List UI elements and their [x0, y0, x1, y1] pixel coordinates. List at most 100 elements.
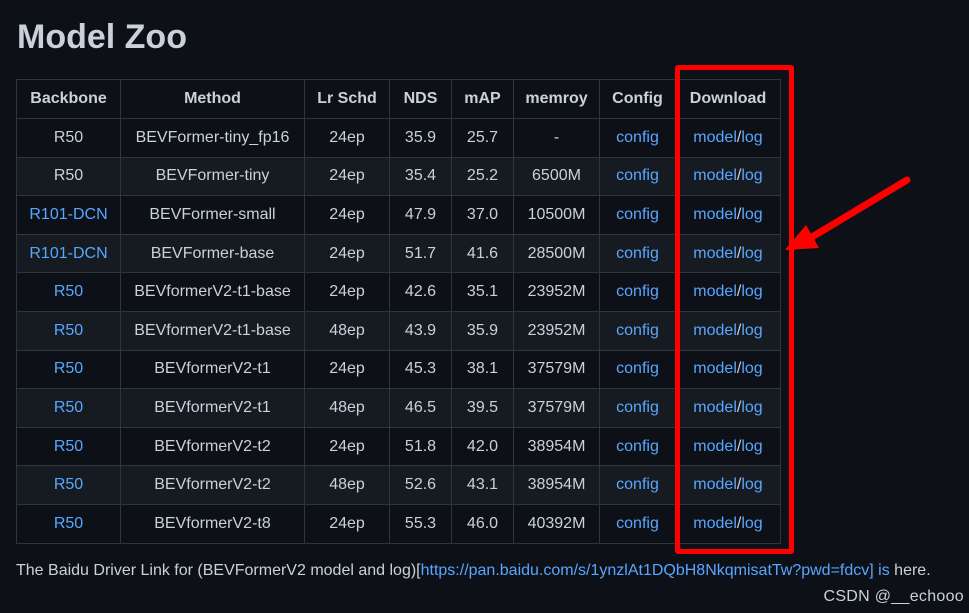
nds-value-cell: 52.6	[389, 465, 452, 505]
config-link[interactable]: config	[616, 206, 659, 223]
backbone-link-cell: R50	[16, 310, 121, 351]
lr-schedule: 24ep	[329, 437, 365, 455]
lr-schedule: 24ep	[329, 167, 365, 185]
footnote-text: The Baidu Driver Link for (BEVFormerV2 m…	[16, 562, 421, 579]
table-row: R101-DCN BEVFormer-small 24ep 47.9 37.0 10500…	[16, 195, 781, 235]
config-link[interactable]: config	[616, 476, 659, 493]
table-row: R50 BEVFormer-tiny 24ep 35.4 25.2 6500M config…	[16, 156, 781, 197]
model-link[interactable]: model	[693, 167, 737, 184]
map-value: 38.1	[466, 360, 499, 378]
model-link[interactable]: model	[693, 283, 737, 300]
footnote-suffix: here.	[889, 562, 931, 579]
map-value-cell: 39.5	[451, 388, 514, 428]
map-value-cell: 35.1	[451, 272, 514, 312]
map-value: 46.0	[466, 514, 499, 532]
memory-value: 37579M	[527, 360, 586, 378]
backbone-link-cell: R50	[16, 272, 121, 312]
method: BEVformerV2-t1	[154, 398, 271, 416]
memory-value-cell: -	[513, 118, 600, 158]
model-link[interactable]: model	[693, 206, 737, 223]
model-link[interactable]: model	[693, 399, 737, 416]
nds-value-cell: 51.7	[389, 233, 452, 274]
nds-value: 47.9	[404, 205, 437, 223]
backbone-cell: R50	[16, 118, 121, 158]
model-link[interactable]: model	[693, 245, 737, 262]
memory-value: 38954M	[527, 476, 586, 494]
config-link[interactable]: config	[616, 399, 659, 416]
config-link[interactable]: config	[616, 322, 659, 339]
lr-schedule: 24ep	[329, 283, 365, 301]
config-link-cell: config	[599, 349, 676, 390]
table-row: R50 BEVFormer-tiny_fp16 24ep 35.9 25.7 - confi…	[16, 118, 781, 158]
backbone-link[interactable]: R50	[54, 399, 83, 416]
config-link-cell: config	[599, 118, 676, 158]
method: BEVformerV2-t1-base	[134, 321, 291, 339]
model-link[interactable]: model	[693, 476, 737, 493]
lr-schedule-cell: 24ep	[304, 233, 390, 274]
table-row: R50 BEVformerV2-t8 24ep 55.3 46.0 40392M confi…	[16, 503, 781, 544]
backbone-link[interactable]: R101-DCN	[29, 206, 107, 223]
method-cell: BEVformerV2-t2	[120, 465, 305, 505]
map-value: 42.0	[466, 437, 499, 455]
method: BEVformerV2-t2	[154, 437, 271, 455]
nds-value: 35.4	[404, 167, 437, 185]
memory-value: 10500M	[527, 205, 586, 223]
log-link[interactable]: log	[741, 322, 762, 339]
backbone-link[interactable]: R50	[54, 322, 83, 339]
lr-schedule: 24ep	[329, 360, 365, 378]
config-link[interactable]: config	[616, 167, 659, 184]
log-link[interactable]: log	[741, 129, 762, 146]
memory-value: 23952M	[527, 321, 586, 339]
log-link[interactable]: log	[741, 245, 762, 262]
nds-value: 55.3	[404, 514, 437, 532]
method-cell: BEVformerV2-t2	[120, 426, 305, 467]
baidu-pan-link[interactable]: https://pan.baidu.com/s/1ynzlAt1DQbH8Nkq…	[421, 562, 890, 579]
download-cell: model/log	[675, 118, 781, 158]
model-link[interactable]: model	[693, 322, 737, 339]
method: BEVformerV2-t1-base	[134, 283, 291, 301]
config-link[interactable]: config	[616, 438, 659, 455]
log-link[interactable]: log	[741, 360, 762, 377]
backbone-link[interactable]: R50	[54, 438, 83, 455]
memory-value-cell: 40392M	[513, 503, 600, 544]
method: BEVformerV2-t8	[154, 514, 271, 532]
backbone-link[interactable]: R50	[54, 515, 83, 532]
model-link[interactable]: model	[693, 360, 737, 377]
nds-value: 46.5	[404, 398, 437, 416]
memory-value-cell: 23952M	[513, 310, 600, 351]
backbone-link[interactable]: R50	[54, 283, 83, 300]
config-link-cell: config	[599, 195, 676, 235]
backbone-link[interactable]: R101-DCN	[29, 245, 107, 262]
lr-schedule-cell: 24ep	[304, 426, 390, 467]
backbone-link-cell: R50	[16, 465, 121, 505]
lr-schedule: 24ep	[329, 205, 365, 223]
config-link[interactable]: config	[616, 283, 659, 300]
lr-schedule: 24ep	[329, 514, 365, 532]
map-value-cell: 37.0	[451, 195, 514, 235]
method-cell: BEVformerV2-t1	[120, 388, 305, 428]
backbone-link[interactable]: R50	[54, 360, 83, 377]
config-link[interactable]: config	[616, 360, 659, 377]
config-link[interactable]: config	[616, 129, 659, 146]
config-link[interactable]: config	[616, 515, 659, 532]
log-link[interactable]: log	[741, 438, 762, 455]
log-link[interactable]: log	[741, 399, 762, 416]
method-cell: BEVformerV2-t1	[120, 349, 305, 390]
nds-value-cell: 51.8	[389, 426, 452, 467]
config-link[interactable]: config	[616, 245, 659, 262]
table-row: R50 BEVformerV2-t2 48ep 52.6 43.1 38954M confi…	[16, 465, 781, 505]
column-header: Config	[599, 79, 676, 119]
log-link[interactable]: log	[741, 206, 762, 223]
model-link[interactable]: model	[693, 129, 737, 146]
method-cell: BEVformerV2-t1-base	[120, 272, 305, 312]
log-link[interactable]: log	[741, 476, 762, 493]
memory-value-cell: 10500M	[513, 195, 600, 235]
log-link[interactable]: log	[741, 283, 762, 300]
map-value: 35.1	[466, 283, 499, 301]
log-link[interactable]: log	[741, 167, 762, 184]
backbone-link[interactable]: R50	[54, 476, 83, 493]
nds-value-cell: 42.6	[389, 272, 452, 312]
model-link[interactable]: model	[693, 515, 737, 532]
log-link[interactable]: log	[741, 515, 762, 532]
model-link[interactable]: model	[693, 438, 737, 455]
